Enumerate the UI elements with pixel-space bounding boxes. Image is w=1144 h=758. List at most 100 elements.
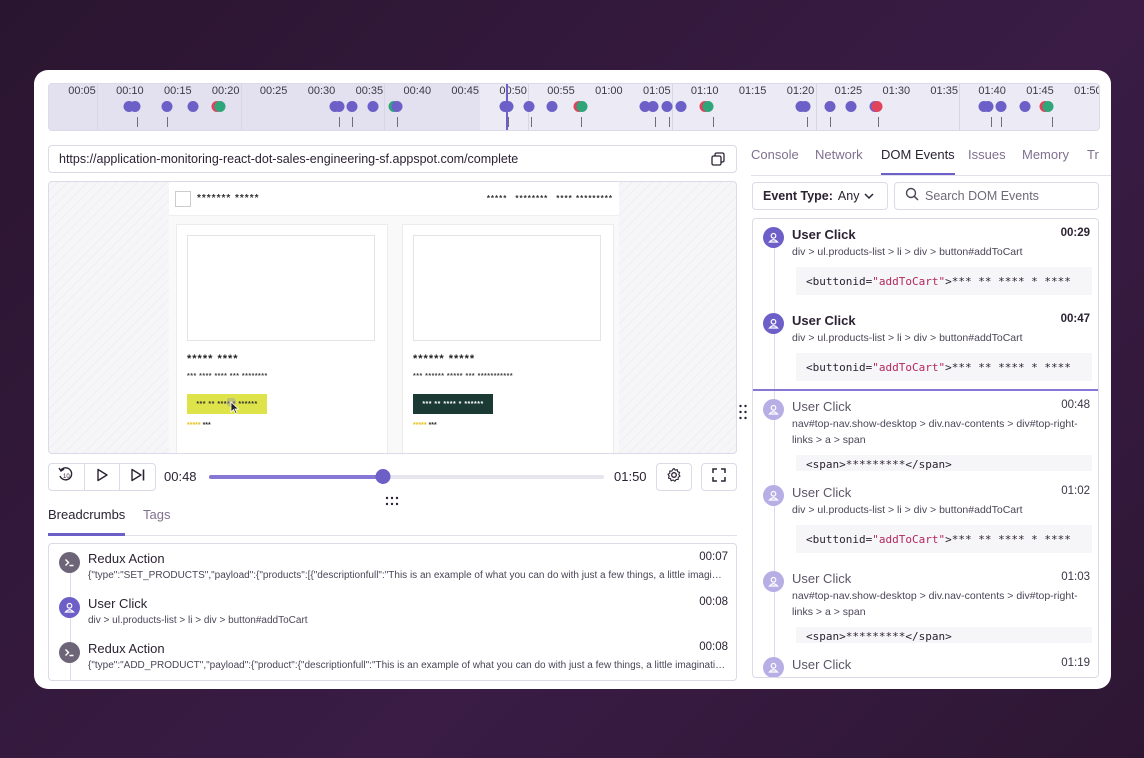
timeline-tick-label: 00:10	[116, 85, 144, 97]
dom-event-item[interactable]: User Click 01:19	[753, 649, 1098, 677]
timeline-event-marker[interactable]	[129, 101, 141, 112]
event-time[interactable]: 01:19	[1061, 657, 1090, 669]
timeline-event-stem	[352, 117, 353, 127]
timeline-gridline	[815, 84, 817, 130]
user-icon	[763, 571, 784, 592]
dom-event-item[interactable]: User Click 00:47 div > ul.products-list …	[753, 305, 1098, 391]
add-to-cart-button[interactable]: *** ** **** * ******	[413, 394, 493, 414]
timeline-event-marker[interactable]	[982, 101, 994, 112]
header-link: ********	[515, 194, 549, 203]
timeline-event-marker[interactable]	[187, 101, 199, 112]
tab-trace[interactable]: Tr	[1087, 147, 1099, 162]
resize-handle-vertical[interactable]	[738, 403, 748, 421]
dom-event-item[interactable]: User Click 01:02 div > ul.products-list …	[753, 477, 1098, 563]
timeline-event-marker[interactable]	[675, 101, 687, 112]
breadcrumb-item[interactable]: Redux Action {"type":"SET_PRODUCTS","pay…	[49, 544, 736, 589]
timeline-gridline	[240, 84, 242, 130]
tab-breadcrumbs[interactable]: Breadcrumbs	[48, 507, 126, 536]
event-time[interactable]: 01:03	[1061, 571, 1090, 583]
copy-icon[interactable]	[710, 151, 726, 167]
scrubber-track[interactable]	[209, 469, 604, 484]
replay-timeline[interactable]: 00:05 00:10 00:15 00:20 00:25 00:30 00:35 00:40…	[48, 83, 1100, 131]
timeline-event-marker[interactable]	[523, 101, 535, 112]
timeline-playhead[interactable]	[506, 84, 509, 130]
timeline-event-marker[interactable]	[647, 101, 659, 112]
terminal-icon	[59, 642, 80, 663]
event-type-dropdown[interactable]: Event Type: Any	[752, 182, 888, 210]
skip-next-button[interactable]	[120, 464, 155, 490]
timeline-event-stem	[669, 117, 670, 127]
replay-viewport[interactable]: ******* ***** ***** ******** **** ******…	[48, 181, 737, 454]
scrubber-handle[interactable]	[375, 469, 391, 484]
timeline-tick-label: 00:05	[68, 85, 96, 97]
breadcrumb-item[interactable]: User Click div > ul.products-list > li >…	[49, 589, 736, 634]
event-selector: nav#top-nav.show-desktop > div.nav-conte…	[792, 418, 1078, 446]
timeline-tick-label: 00:20	[211, 85, 240, 97]
dom-event-item[interactable]: User Click 00:48 nav#top-nav.show-deskto…	[753, 391, 1098, 477]
event-time[interactable]: 00:48	[1061, 399, 1090, 411]
timeline-event-marker[interactable]	[824, 101, 836, 112]
event-time[interactable]: 00:29	[1061, 227, 1090, 239]
timeline-event-marker[interactable]	[161, 101, 173, 112]
event-html-snippet: <span> *********</span>	[796, 627, 1092, 643]
timeline-event-stem	[1052, 117, 1053, 127]
timeline-tick-label: 01:05	[643, 85, 671, 97]
tab-network[interactable]: Network	[815, 147, 863, 162]
cursor-icon	[226, 397, 241, 416]
breadcrumb-time[interactable]: 00:08	[699, 641, 728, 653]
timeline-event-stem	[339, 117, 340, 127]
replayed-page-header: ******* ***** ***** ******** **** ******…	[169, 182, 619, 216]
timeline-event-stem	[830, 117, 831, 127]
event-html-snippet: <button id= "addToCart" >*** ** **** * ***…	[796, 267, 1092, 295]
settings-button[interactable]	[656, 463, 692, 491]
rewind-10-button[interactable]: 10	[49, 464, 85, 490]
product-image	[413, 235, 601, 341]
breadcrumb-time[interactable]: 00:07	[699, 551, 728, 563]
timeline-event-marker[interactable]	[546, 101, 558, 112]
event-time[interactable]: 01:02	[1061, 485, 1090, 497]
event-time[interactable]: 00:47	[1061, 313, 1090, 325]
user-icon	[59, 597, 80, 618]
product-description: *** ****** ***** *** ***********	[413, 373, 514, 380]
user-icon	[763, 399, 784, 420]
timeline-event-marker[interactable]	[367, 101, 379, 112]
timeline-event-marker[interactable]	[214, 101, 226, 112]
user-icon	[763, 227, 784, 248]
timeline-event-marker[interactable]	[391, 101, 403, 112]
timeline-event-marker[interactable]	[702, 101, 714, 112]
tab-tags[interactable]: Tags	[143, 507, 170, 536]
tab-dom-events[interactable]: DOM Events	[881, 147, 955, 175]
resize-handle-horizontal[interactable]	[384, 493, 400, 506]
timeline-tick-label: 01:35	[930, 85, 958, 97]
timeline-event-marker[interactable]	[346, 101, 358, 112]
timeline-event-marker[interactable]	[799, 101, 811, 112]
tab-memory[interactable]: Memory	[1022, 147, 1069, 162]
timeline-event-marker[interactable]	[1042, 101, 1054, 112]
breadcrumb-time[interactable]: 00:08	[699, 596, 728, 608]
tab-console[interactable]: Console	[751, 147, 799, 162]
timeline-event-stem	[581, 117, 582, 127]
breadcrumb-item[interactable]: Redux Action {"type":"ADD_PRODUCT","payl…	[49, 634, 736, 679]
timeline-event-marker[interactable]	[1019, 101, 1031, 112]
event-html-snippet: <span> *********</span>	[796, 455, 1092, 471]
event-title: User Click	[792, 227, 856, 242]
timeline-event-marker[interactable]	[661, 101, 673, 112]
play-button[interactable]	[85, 464, 121, 490]
timeline-event-marker[interactable]	[576, 101, 588, 112]
search-input[interactable]	[925, 189, 1085, 203]
product-rating: ***** ***	[187, 422, 211, 429]
tab-issues[interactable]: Issues	[968, 147, 1006, 162]
timeline-event-marker[interactable]	[333, 101, 345, 112]
add-to-cart-button[interactable]: *** ** **** * ******	[187, 394, 267, 416]
timeline-event-marker[interactable]	[845, 101, 857, 112]
fullscreen-button[interactable]	[701, 463, 737, 491]
dom-event-item[interactable]: User Click 00:29 div > ul.products-list …	[753, 219, 1098, 305]
timeline-event-marker[interactable]	[995, 101, 1007, 112]
dom-event-item[interactable]: User Click 01:03 nav#top-nav.show-deskto…	[753, 563, 1098, 649]
user-icon	[763, 657, 784, 677]
breadcrumb-title: User Click	[88, 596, 148, 611]
product-card: ***** **** *** **** **** *** ******** **…	[176, 224, 388, 453]
timeline-tick-label: 00:40	[403, 85, 432, 97]
timeline-event-marker[interactable]	[871, 101, 883, 112]
event-title: User Click	[792, 399, 852, 414]
